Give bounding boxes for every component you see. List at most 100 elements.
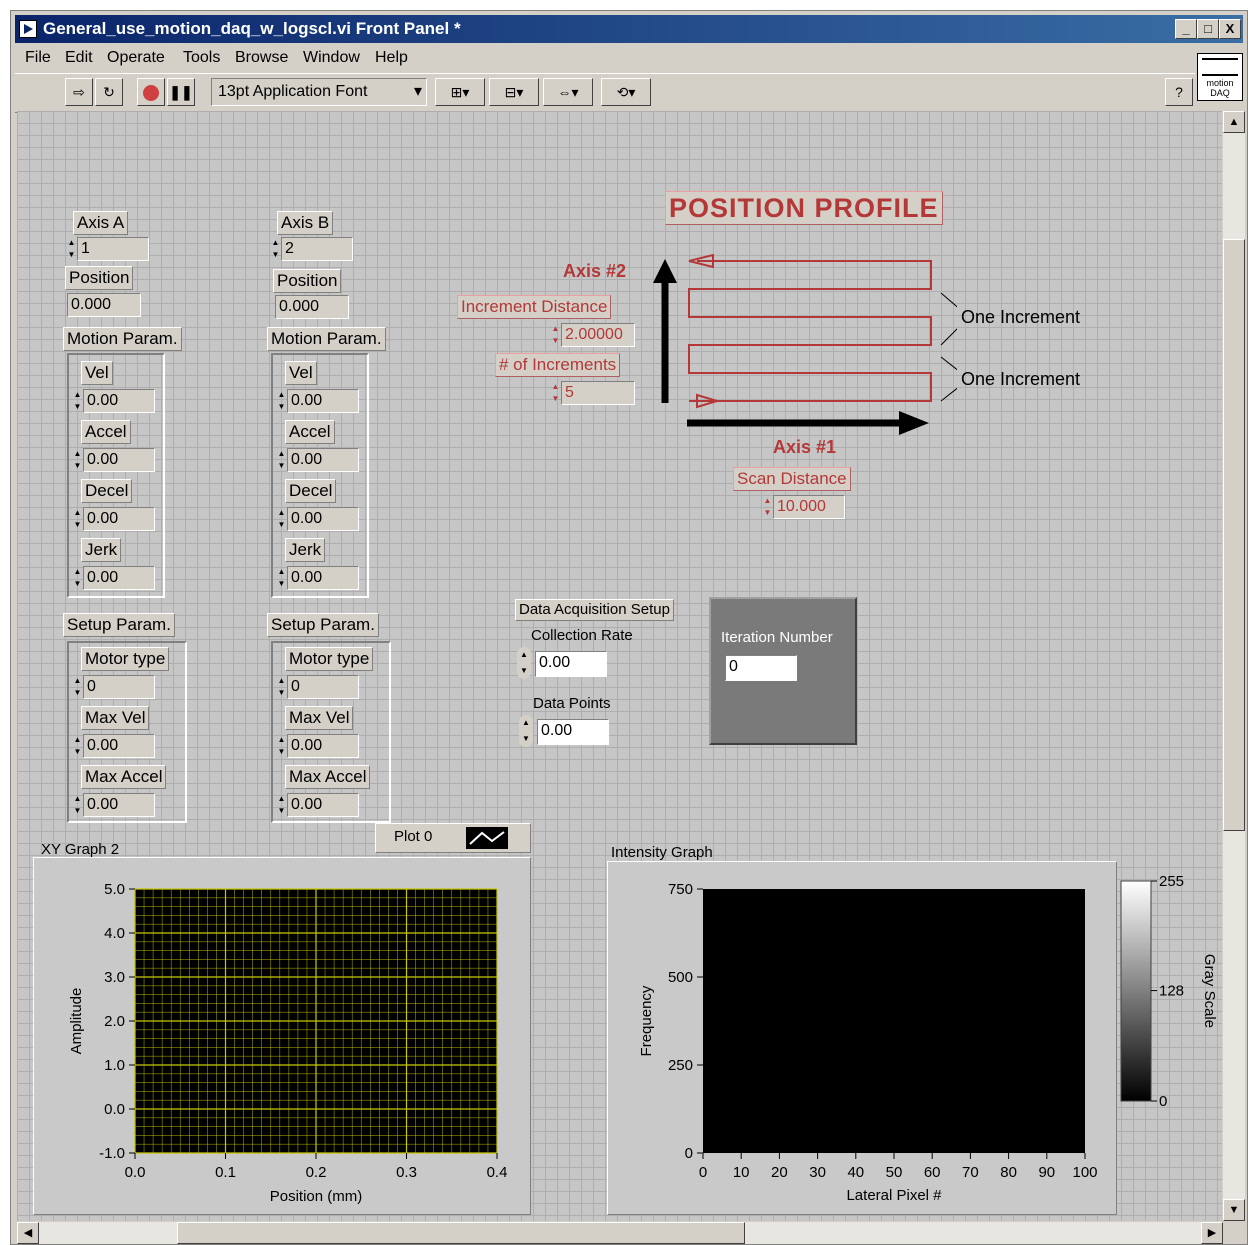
xy-x-tick-label: 0.0 xyxy=(125,1164,146,1181)
scan-distance-spinner[interactable]: ▲ ▼ xyxy=(763,495,772,519)
axis-a-accel-spinner[interactable]: ▲ ▼ xyxy=(73,448,82,472)
axis-a-setup-label: Setup Param. xyxy=(63,613,175,637)
run-arrow-icon[interactable]: ⇨ xyxy=(65,78,93,106)
menu-window[interactable]: Window xyxy=(303,49,360,67)
xy-y-tick-label: 2.0 xyxy=(104,1013,125,1030)
plot-legend[interactable]: Plot 0 xyxy=(375,823,531,853)
intensity-graph[interactable]: 75050025000 10 20 30 40 50 60 70 80 90 100Lateral … xyxy=(607,861,1222,1215)
axis-a-decel-input[interactable]: 0.00 xyxy=(83,507,155,531)
collection-rate-label: Collection Rate xyxy=(531,627,633,644)
menu-bar: File Edit Operate Tools Browse Window He… xyxy=(15,45,1195,71)
axis-1-arrowhead xyxy=(899,411,929,435)
gray-scale-ramp[interactable] xyxy=(1120,880,1152,1102)
scan-distance-input[interactable]: 10.000 xyxy=(773,495,845,519)
collection-rate-input[interactable]: 0.00 xyxy=(535,651,607,677)
axis-b-jerk-spinner[interactable]: ▲ ▼ xyxy=(277,566,286,590)
resize-objects-icon[interactable]: ⇔▾ xyxy=(543,78,593,106)
axis-a-jerk-input[interactable]: 0.00 xyxy=(83,566,155,590)
axis-b-max-accel-input[interactable]: 0.00 xyxy=(287,793,359,817)
menu-tools[interactable]: Tools xyxy=(183,49,220,67)
axis-b-vel-input[interactable]: 0.00 xyxy=(287,389,359,413)
scroll-right-icon[interactable]: ▶ xyxy=(1201,1222,1223,1244)
intensity-y-tick-label: 750 xyxy=(668,881,693,898)
axis-a-vel-spinner[interactable]: ▲ ▼ xyxy=(73,389,82,413)
axis-b-vel-spinner[interactable]: ▲ ▼ xyxy=(277,389,286,413)
pause-icon[interactable]: ❚❚ xyxy=(167,78,195,106)
labview-window: General_use_motion_daq_w_logscl.vi Front… xyxy=(10,10,1248,1245)
xy-graph[interactable]: 5.04.03.02.01.00.0-1.00.0 0.1 0.2 0.3 0.4Pos… xyxy=(33,857,531,1215)
axis-b-decel-spinner[interactable]: ▲ ▼ xyxy=(277,507,286,531)
num-increments-label: # of Increments xyxy=(495,353,621,377)
axis-a-max-accel-input[interactable]: 0.00 xyxy=(83,793,155,817)
maximize-button[interactable]: □ xyxy=(1197,19,1219,39)
run-continuously-icon[interactable]: ↻ xyxy=(95,78,123,106)
vi-icon-label: motion DAQ xyxy=(1206,78,1234,98)
axis-b-decel-input[interactable]: 0.00 xyxy=(287,507,359,531)
font-select[interactable]: 13pt Application Font ▾ xyxy=(211,78,427,106)
close-button[interactable]: X xyxy=(1219,19,1241,39)
gray-scale-tick-label: 128 xyxy=(1159,983,1184,1000)
data-points-input[interactable]: 0.00 xyxy=(537,719,609,745)
intensity-plot-area[interactable] xyxy=(703,889,1085,1153)
axis-b-motor-type-input[interactable]: 0 xyxy=(287,675,359,699)
menu-file[interactable]: File xyxy=(25,49,51,67)
horizontal-scroll-thumb[interactable] xyxy=(177,1222,745,1244)
axis-b-accel-input[interactable]: 0.00 xyxy=(287,448,359,472)
distribute-objects-icon[interactable]: ⊟▾ xyxy=(489,78,539,106)
plot-style-icon[interactable] xyxy=(466,827,508,849)
collection-rate-spinner[interactable]: ▲ ▼ xyxy=(517,647,531,679)
xy-y-tick-label: 0.0 xyxy=(104,1101,125,1118)
axis-a-motor-type-spinner[interactable]: ▲ ▼ xyxy=(73,675,82,699)
menu-operate[interactable]: Operate xyxy=(107,49,165,67)
axis-a-max-vel-spinner[interactable]: ▲ ▼ xyxy=(73,734,82,758)
axis-b-position-label: Position xyxy=(273,269,342,293)
menu-edit[interactable]: Edit xyxy=(65,49,93,67)
axis-b-max-vel-input[interactable]: 0.00 xyxy=(287,734,359,758)
axis-b-accel-spinner[interactable]: ▲ ▼ xyxy=(277,448,286,472)
axis-a-spinner[interactable]: ▲ ▼ xyxy=(67,237,76,261)
axis-b-motor-type-spinner[interactable]: ▲ ▼ xyxy=(277,675,286,699)
axis-a-max-vel-input[interactable]: 0.00 xyxy=(83,734,155,758)
axis-a-motion-label: Motion Param. xyxy=(63,327,182,351)
axis-b-jerk-input[interactable]: 0.00 xyxy=(287,566,359,590)
reorder-icon[interactable]: ⟲▾ xyxy=(601,78,651,106)
minimize-button[interactable]: _ xyxy=(1175,19,1197,39)
menu-help[interactable]: Help xyxy=(375,49,408,67)
increment-distance-spinner[interactable]: ▲ ▼ xyxy=(551,323,560,347)
axis-b-position-display: 0.000 xyxy=(275,295,349,319)
align-objects-icon[interactable]: ⊞▾ xyxy=(435,78,485,106)
scroll-left-icon[interactable]: ◀ xyxy=(17,1222,39,1244)
axis-b-spinner[interactable]: ▲ ▼ xyxy=(271,237,280,261)
axis-b-setup-label: Setup Param. xyxy=(267,613,379,637)
axis-a-decel-spinner[interactable]: ▲ ▼ xyxy=(73,507,82,531)
menu-browse[interactable]: Browse xyxy=(235,49,288,67)
axis-a-vel-input[interactable]: 0.00 xyxy=(83,389,155,413)
axis-a-max-accel-spinner[interactable]: ▲ ▼ xyxy=(73,793,82,817)
vertical-scrollbar[interactable]: ▲ ▼ xyxy=(1223,111,1245,1221)
axis-a-motor-type-input[interactable]: 0 xyxy=(83,675,155,699)
vertical-scroll-thumb[interactable] xyxy=(1223,239,1245,831)
axis-a-jerk-label: Jerk xyxy=(81,538,122,562)
horizontal-scrollbar[interactable]: ◀ ▶ xyxy=(17,1222,1223,1244)
intensity-y-axis-label: Frequency xyxy=(638,985,655,1056)
scroll-up-icon[interactable]: ▲ xyxy=(1223,111,1245,133)
raster-scan-path xyxy=(688,260,932,402)
axis-a-accel-input[interactable]: 0.00 xyxy=(83,448,155,472)
xy-x-tick-label: 0.4 xyxy=(487,1164,508,1181)
abort-execution-icon[interactable] xyxy=(137,78,165,106)
num-increments-input[interactable]: 5 xyxy=(561,381,635,405)
help-icon[interactable]: ? xyxy=(1165,78,1193,106)
axis-a-label: Axis A xyxy=(73,211,129,235)
scroll-down-icon[interactable]: ▼ xyxy=(1223,1199,1245,1221)
num-increments-spinner[interactable]: ▲ ▼ xyxy=(551,381,560,405)
intensity-x-tick-label: 70 xyxy=(962,1164,979,1181)
axis-b-max-vel-spinner[interactable]: ▲ ▼ xyxy=(277,734,286,758)
axis-b-input[interactable]: 2 xyxy=(281,237,353,261)
title-bar: General_use_motion_daq_w_logscl.vi Front… xyxy=(15,15,1243,43)
data-points-spinner[interactable]: ▲ ▼ xyxy=(519,715,533,747)
increment-distance-input[interactable]: 2.00000 xyxy=(561,323,635,347)
axis-b-max-accel-spinner[interactable]: ▲ ▼ xyxy=(277,793,286,817)
window-title: General_use_motion_daq_w_logscl.vi Front… xyxy=(43,19,461,38)
axis-a-jerk-spinner[interactable]: ▲ ▼ xyxy=(73,566,82,590)
axis-a-input[interactable]: 1 xyxy=(77,237,149,261)
